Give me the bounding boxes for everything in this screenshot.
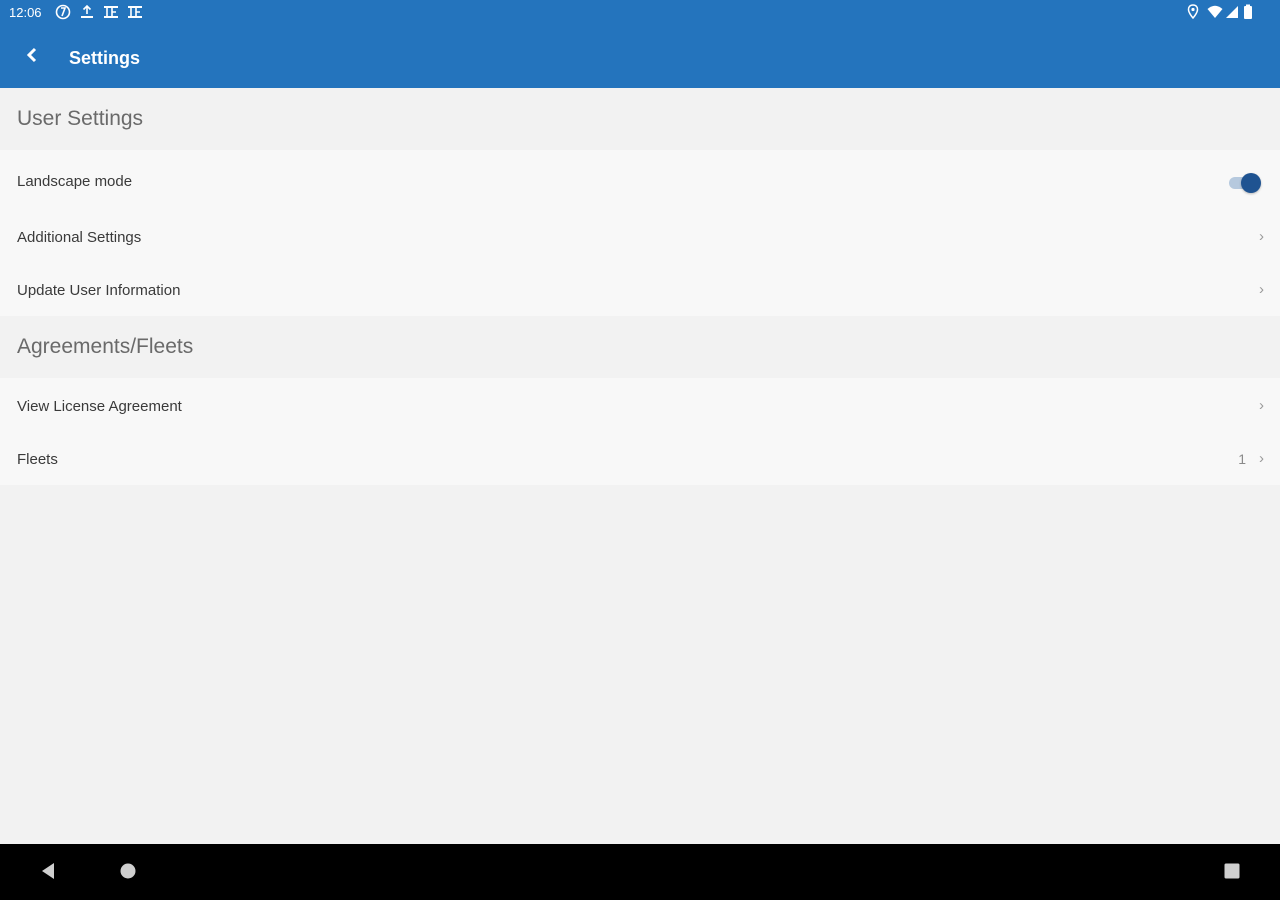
setting-row-landscape-mode[interactable]: Landscape mode — [0, 153, 1280, 207]
section-title: Agreements/Fleets — [17, 335, 194, 358]
app-notification-icon — [103, 4, 119, 24]
chevron-right-icon: › — [1259, 450, 1264, 467]
landscape-mode-toggle[interactable] — [1227, 173, 1261, 193]
user-settings-group: Landscape mode Additional Settings › Upd… — [0, 150, 1280, 316]
recents-square-icon — [1224, 863, 1240, 884]
setting-label: Fleets — [17, 451, 58, 468]
signal-icon — [1225, 4, 1239, 24]
setting-row-update-user-information[interactable]: Update User Information › — [0, 262, 1280, 316]
back-button[interactable] — [16, 43, 48, 71]
chevron-left-icon — [26, 47, 38, 68]
sync-icon — [55, 4, 71, 24]
setting-label: Update User Information — [17, 282, 181, 299]
fleets-count: 1 — [1238, 451, 1246, 467]
back-triangle-icon — [40, 862, 56, 885]
section-header-agreements-fleets: Agreements/Fleets — [0, 316, 1280, 378]
chevron-right-icon: › — [1259, 281, 1264, 298]
setting-label: Additional Settings — [17, 229, 142, 246]
agreements-fleets-group: View License Agreement › Fleets 1 › — [0, 378, 1280, 485]
app-notification-icon — [127, 4, 143, 24]
toggle-thumb — [1241, 173, 1261, 193]
section-header-user-settings: User Settings — [0, 88, 1280, 150]
setting-label: Landscape mode — [17, 173, 133, 190]
nav-back-button[interactable] — [35, 860, 61, 886]
setting-row-view-license-agreement[interactable]: View License Agreement › — [0, 378, 1280, 432]
toolbar: Settings — [0, 26, 1280, 88]
setting-row-additional-settings[interactable]: Additional Settings › — [0, 209, 1280, 263]
setting-label: View License Agreement — [17, 398, 182, 415]
navigation-bar — [0, 844, 1280, 900]
wifi-icon — [1207, 4, 1223, 24]
status-time: 12:06 — [9, 5, 42, 20]
battery-icon — [1243, 4, 1253, 24]
upload-icon — [79, 4, 95, 24]
setting-row-fleets[interactable]: Fleets 1 › — [0, 431, 1280, 485]
status-bar: 12:06 — [0, 0, 1280, 26]
chevron-right-icon: › — [1259, 397, 1264, 414]
location-icon — [1187, 4, 1199, 24]
home-circle-icon — [120, 863, 136, 884]
page-title: Settings — [69, 48, 141, 68]
app-bar: 12:06 Settings — [0, 0, 1280, 88]
nav-recents-button[interactable] — [1219, 860, 1245, 886]
chevron-right-icon: › — [1259, 228, 1264, 245]
section-title: User Settings — [17, 107, 144, 130]
nav-home-button[interactable] — [115, 860, 141, 886]
